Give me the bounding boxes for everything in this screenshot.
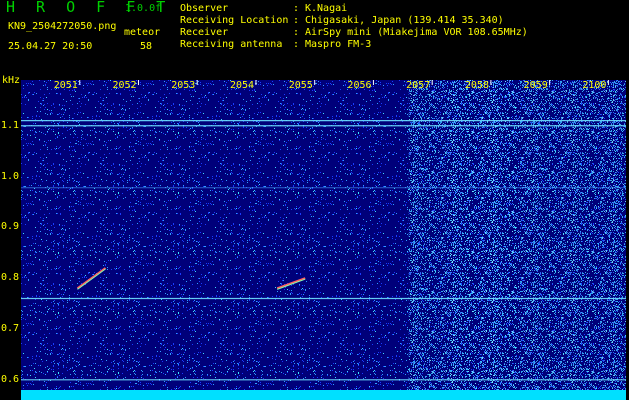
x-tick-label: 2059: [523, 80, 548, 91]
spectrogram-plot: [21, 80, 626, 390]
info-colon: :: [293, 15, 300, 26]
info-colon: :: [293, 27, 300, 38]
info-row-location: Receiving Location: Chigasaki, Japan (139…: [180, 15, 528, 27]
interference-band-core: [449, 80, 521, 390]
info-value: Maspro FM-3: [305, 39, 372, 50]
x-tick-label: 2052: [112, 80, 137, 91]
info-row-antenna: Receiving antenna: Maspro FM-3: [180, 39, 528, 51]
info-key: Receiving Location: [180, 15, 289, 26]
spectrogram-svg: [21, 80, 626, 390]
info-row-observer: Observer: K.Nagai: [180, 3, 528, 15]
y-tick-label: 0.6: [0, 373, 19, 385]
y-tick-label: 0.8: [0, 272, 19, 284]
x-tick-label: 2058: [464, 80, 489, 91]
x-tick-label: 2056: [347, 80, 372, 91]
info-key: Observer: [180, 3, 229, 14]
y-axis-unit-label: kHz: [2, 75, 21, 86]
x-tick-label: 2100: [582, 80, 607, 91]
info-value: K.Nagai: [305, 3, 348, 14]
meteor-label: meteor: [124, 27, 161, 38]
signal-baseline-strip: [21, 390, 626, 400]
info-value: Chigasaki, Japan (139.414 35.340): [305, 15, 504, 26]
x-tick-label: 2053: [171, 80, 196, 91]
x-tick-label: 2055: [288, 80, 313, 91]
version-label: 1.0.0f: [125, 3, 162, 14]
y-tick-label: 1.1: [0, 119, 19, 131]
info-value: AirSpy mini (Miakejima VOR 108.65MHz): [305, 27, 528, 38]
x-tick-label: 2051: [53, 80, 78, 91]
y-tick-label: 0.7: [0, 323, 19, 335]
info-row-receiver: Receiver: AirSpy mini (Miakejima VOR 108.…: [180, 27, 528, 39]
info-key: Receiver: [180, 27, 229, 38]
file-name: KN9_2504272050.png: [8, 21, 117, 32]
meteor-count: 58: [140, 41, 153, 52]
y-tick-label: 1.0: [0, 170, 19, 182]
info-colon: :: [293, 39, 300, 50]
observation-info: Observer: K.Nagai Receiving Location: Chig…: [180, 3, 528, 51]
x-tick-label: 2054: [229, 80, 255, 91]
info-key: Receiving antenna: [180, 39, 283, 50]
info-colon: :: [293, 3, 300, 14]
timestamp: 25.04.27 20:50: [8, 41, 93, 52]
x-tick-label: 2057: [406, 80, 431, 91]
y-tick-label: 0.9: [0, 221, 19, 233]
